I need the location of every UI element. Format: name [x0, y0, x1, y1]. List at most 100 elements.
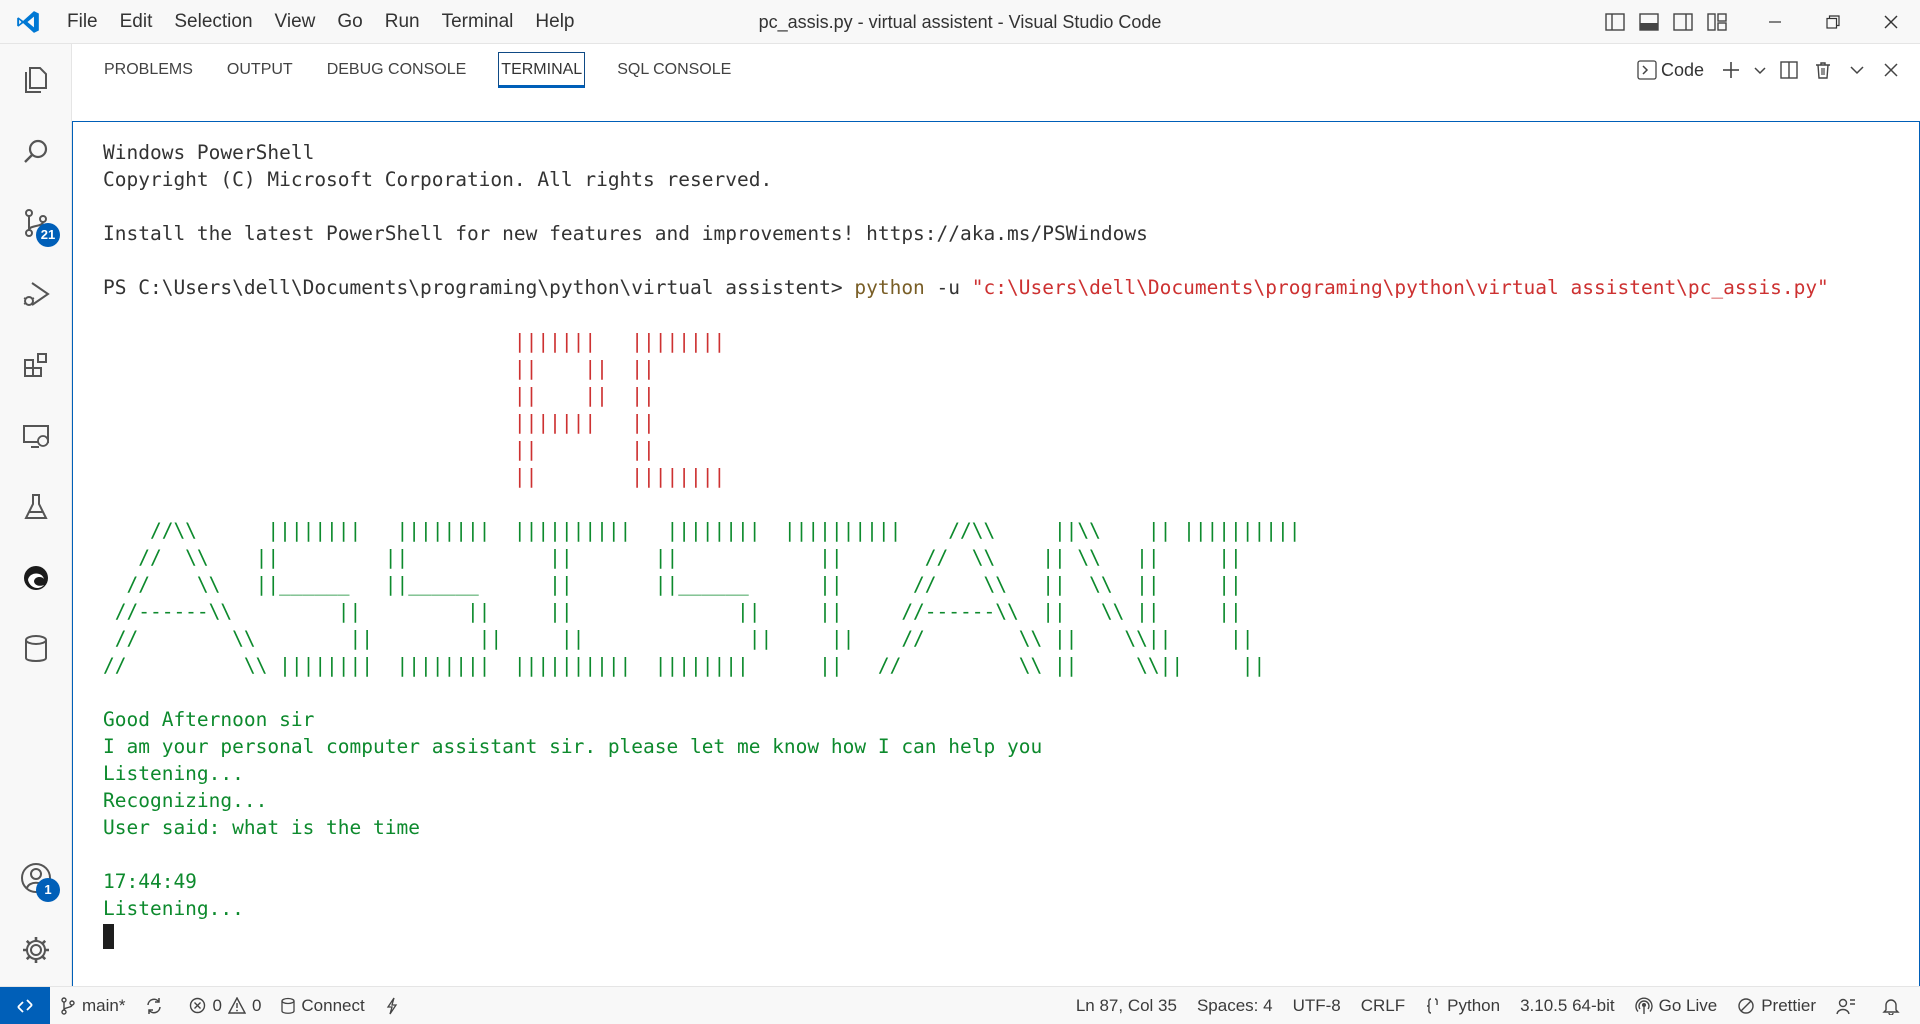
- close-window-button[interactable]: [1862, 0, 1920, 44]
- title-bar: File Edit Selection View Go Run Terminal…: [0, 0, 1920, 44]
- status-bar: main* 0 0 Connect Ln 87, Col 35 Spaces: …: [0, 986, 1920, 1024]
- menu-terminal[interactable]: Terminal: [431, 0, 525, 44]
- end-of-line[interactable]: CRLF: [1351, 987, 1415, 1024]
- error-count: 0: [212, 995, 222, 1015]
- tab-problems[interactable]: PROBLEMS: [102, 52, 195, 88]
- ascii-art-pc-line: || ||: [103, 438, 655, 461]
- minimize-button[interactable]: [1746, 0, 1804, 44]
- indentation[interactable]: Spaces: 4: [1187, 987, 1283, 1024]
- ascii-art-pc-line: || || ||: [103, 357, 655, 380]
- kill-terminal-trash-icon[interactable]: [1806, 44, 1840, 96]
- warning-count: 0: [251, 995, 262, 1015]
- ascii-art-pc-line: || || ||: [103, 384, 655, 407]
- ascii-art-assistant-line: //------\\ || || || || || //------\\ || …: [103, 600, 1242, 623]
- connect-status[interactable]: Connect: [271, 987, 374, 1024]
- search-icon[interactable]: [0, 124, 72, 180]
- terminal-output[interactable]: Windows PowerShell Copyright (C) Microso…: [72, 121, 1920, 986]
- database-icon[interactable]: [0, 621, 72, 677]
- ascii-art-pc-line: || ||||||||: [103, 465, 726, 488]
- extensions-icon[interactable]: [0, 337, 72, 393]
- maximize-panel-chevron-icon[interactable]: [1840, 44, 1874, 96]
- toggle-primary-sidebar-icon[interactable]: [1598, 0, 1632, 44]
- terminal-instance-selector[interactable]: Code: [1637, 44, 1714, 96]
- panel-tabs: PROBLEMS OUTPUT DEBUG CONSOLE TERMINAL S…: [72, 44, 1920, 96]
- toggle-panel-icon[interactable]: [1632, 0, 1666, 44]
- terminal-name: Code: [1660, 59, 1704, 80]
- branch-status[interactable]: main*: [50, 987, 135, 1024]
- source-control-icon[interactable]: 21: [0, 195, 72, 251]
- run-and-debug-icon[interactable]: [0, 266, 72, 322]
- panel: PROBLEMS OUTPUT DEBUG CONSOLE TERMINAL S…: [72, 44, 1920, 986]
- terminal-script-path: "c:\Users\dell\Documents\programing\pyth…: [971, 276, 1829, 299]
- vscode-logo-icon: [0, 0, 56, 44]
- accounts-badge: 1: [36, 878, 60, 902]
- terminal-line: Install the latest PowerShell for new fe…: [103, 222, 1148, 245]
- explorer-icon[interactable]: [0, 52, 72, 108]
- customize-layout-icon[interactable]: [1700, 0, 1734, 44]
- menu-go[interactable]: Go: [326, 0, 373, 44]
- menu-selection[interactable]: Selection: [163, 0, 263, 44]
- menu-run[interactable]: Run: [374, 0, 431, 44]
- remote-indicator-icon[interactable]: [0, 987, 50, 1024]
- tab-terminal[interactable]: TERMINAL: [498, 52, 586, 88]
- go-live-button[interactable]: Go Live: [1625, 987, 1728, 1024]
- ascii-art-assistant-line: // \\ ||______ ||______ || ||______ || /…: [103, 573, 1242, 596]
- assistant-status: Recognizing...: [103, 789, 268, 812]
- connect-label: Connect: [301, 995, 365, 1015]
- feedback-icon[interactable]: [1826, 987, 1872, 1024]
- launch-profile-chevron-down-icon[interactable]: [1748, 44, 1772, 96]
- terminal-command-line: PS C:\Users\dell\Documents\programing\py…: [103, 274, 1919, 301]
- tab-output[interactable]: OUTPUT: [225, 52, 295, 88]
- restore-button[interactable]: [1804, 0, 1862, 44]
- testing-icon[interactable]: [0, 479, 72, 535]
- assistant-intro: I am your personal computer assistant si…: [103, 735, 1043, 758]
- python-interpreter[interactable]: 3.10.5 64-bit: [1510, 987, 1625, 1024]
- problems-status[interactable]: 0 0: [179, 987, 271, 1024]
- close-panel-icon[interactable]: [1874, 44, 1908, 96]
- accounts-icon[interactable]: 1: [0, 850, 72, 906]
- assistant-time: 17:44:49: [103, 870, 197, 893]
- encoding[interactable]: UTF-8: [1283, 987, 1351, 1024]
- notifications-bell-icon[interactable]: [1872, 987, 1920, 1024]
- assistant-greeting: Good Afternoon sir: [103, 708, 315, 731]
- go-live-label: Go Live: [1658, 995, 1718, 1015]
- terminal-line: Windows PowerShell: [103, 141, 315, 164]
- ascii-art-assistant-line: // \\ || || || || || // \\ || \\|| ||: [103, 627, 1254, 650]
- terminal-line: Copyright (C) Microsoft Corporation. All…: [103, 168, 773, 191]
- assistant-status: Listening...: [103, 897, 244, 920]
- ascii-art-pc-line: ||||||| ||||||||: [103, 330, 726, 353]
- terminal-command: python: [854, 276, 925, 299]
- terminal-flag: -u: [924, 276, 972, 299]
- ascii-art-pc-line: ||||||| ||: [103, 411, 655, 434]
- branch-name: main*: [82, 995, 126, 1015]
- menu-help[interactable]: Help: [524, 0, 585, 44]
- cursor-position[interactable]: Ln 87, Col 35: [1066, 987, 1187, 1024]
- menu-edit[interactable]: Edit: [109, 0, 164, 44]
- terminal-cursor-line: [103, 922, 1919, 949]
- activity-bar: 21 1: [0, 44, 72, 986]
- edge-devtools-icon[interactable]: [0, 550, 72, 606]
- split-terminal-icon[interactable]: [1772, 44, 1806, 96]
- menu-view[interactable]: View: [264, 0, 327, 44]
- assistant-status: Listening...: [103, 762, 244, 785]
- menu-bar: File Edit Selection View Go Run Terminal…: [56, 0, 586, 44]
- language-mode[interactable]: Python: [1415, 987, 1510, 1024]
- tab-sql-console[interactable]: SQL CONSOLE: [615, 52, 733, 88]
- sync-icon[interactable]: [135, 987, 179, 1024]
- manage-gear-icon[interactable]: [0, 922, 72, 978]
- terminal-cursor: [103, 924, 114, 949]
- tab-debug-console[interactable]: DEBUG CONSOLE: [325, 52, 469, 88]
- new-terminal-plus-icon[interactable]: [1714, 44, 1748, 96]
- terminal-prompt: PS C:\Users\dell\Documents\programing\py…: [103, 276, 855, 299]
- prettier-button[interactable]: Prettier: [1727, 987, 1826, 1024]
- language-label: Python: [1447, 995, 1501, 1015]
- toggle-secondary-sidebar-icon[interactable]: [1666, 0, 1700, 44]
- remote-explorer-icon[interactable]: [0, 408, 72, 464]
- menu-file[interactable]: File: [56, 0, 109, 44]
- lightning-icon[interactable]: [375, 987, 415, 1024]
